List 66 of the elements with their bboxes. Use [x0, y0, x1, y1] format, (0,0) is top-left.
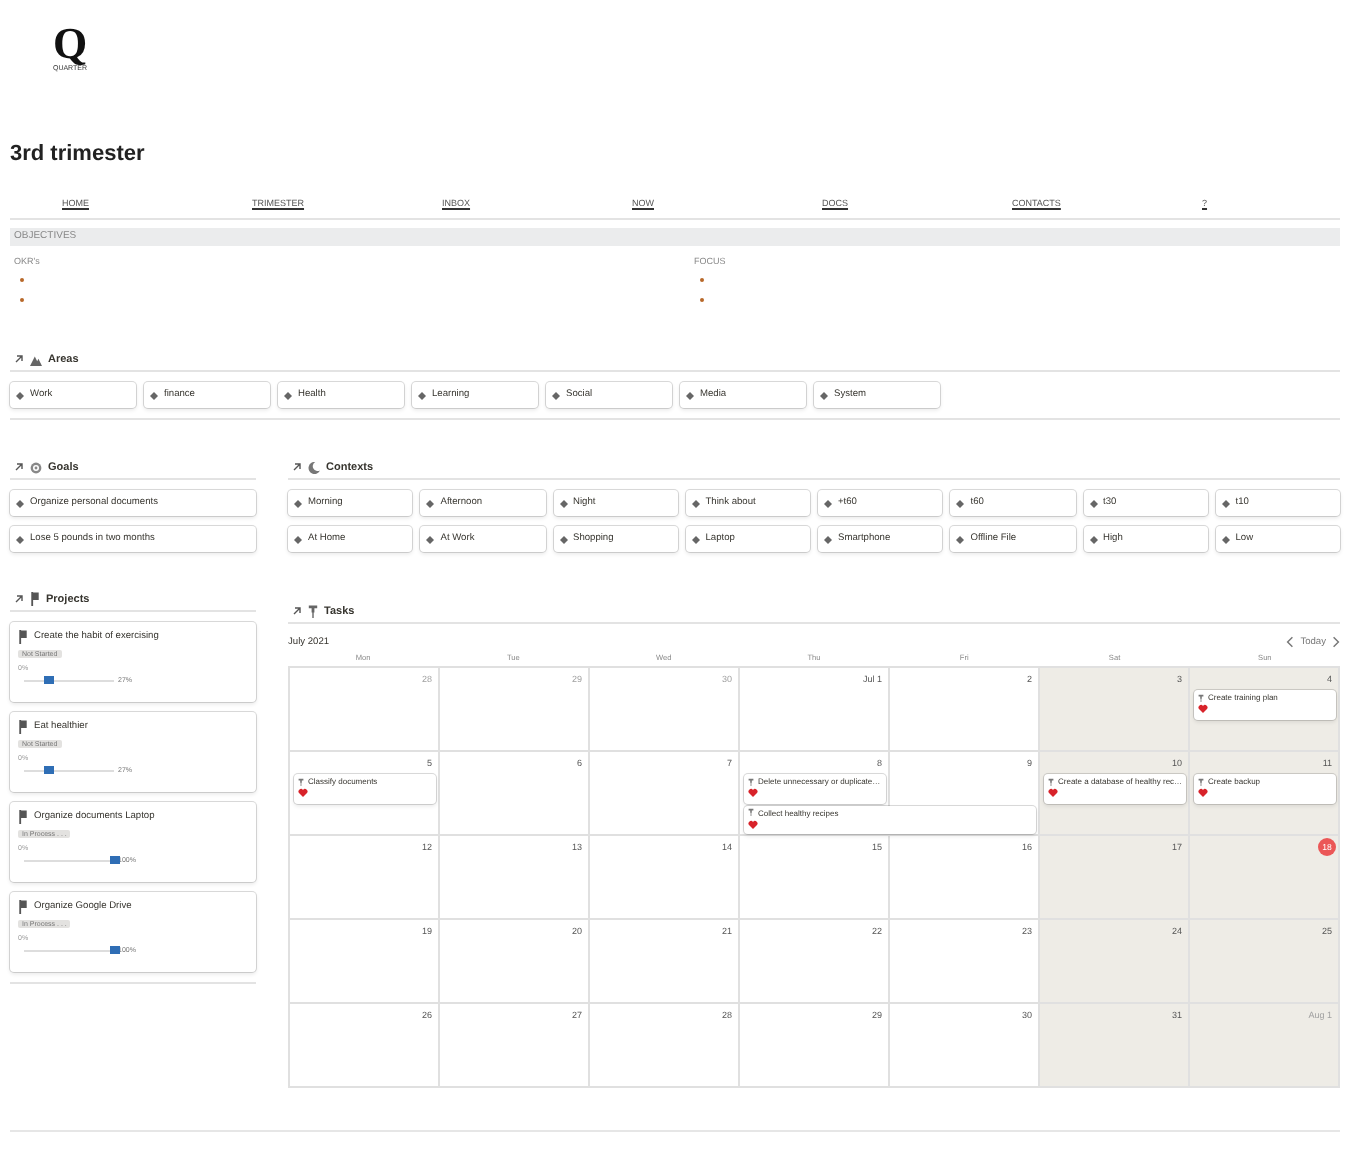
diamond-icon	[820, 391, 828, 399]
diamond-icon	[16, 391, 24, 399]
diamond-icon	[1221, 535, 1230, 543]
heart-icon	[1198, 788, 1208, 798]
mountain-icon	[30, 353, 42, 365]
day-cell[interactable]	[1040, 836, 1190, 920]
diamond-icon	[552, 391, 560, 399]
flag-icon	[30, 592, 40, 606]
link-arrow-icon[interactable]	[292, 462, 302, 472]
diamond-icon	[559, 499, 567, 507]
chevron-right-icon[interactable]	[1332, 636, 1340, 648]
heart-icon	[748, 788, 758, 798]
diamond-icon	[284, 391, 292, 399]
page-title: 3rd trimester	[10, 140, 145, 168]
link-arrow-icon[interactable]	[14, 594, 24, 604]
diamond-icon	[150, 391, 158, 399]
diamond-icon	[1089, 499, 1097, 507]
flag-icon	[18, 630, 28, 644]
diamond-icon	[559, 535, 567, 543]
logo-letter: Q	[52, 24, 88, 64]
day-cell[interactable]	[590, 668, 740, 752]
diamond-icon	[1221, 499, 1230, 507]
diamond-icon	[824, 535, 832, 543]
pin-icon	[748, 777, 754, 785]
day-cell[interactable]	[290, 668, 440, 752]
heart-icon	[1198, 704, 1208, 714]
diamond-icon	[686, 391, 694, 399]
pin-icon	[298, 777, 304, 785]
day-cell[interactable]	[1040, 668, 1190, 752]
moon-icon	[308, 461, 320, 473]
chevron-left-icon[interactable]	[1286, 636, 1295, 648]
day-cell[interactable]	[1190, 1004, 1340, 1088]
day-cell[interactable]	[1040, 1004, 1190, 1088]
heart-icon	[298, 788, 308, 798]
flag-icon	[18, 810, 28, 824]
diamond-icon	[1089, 535, 1097, 543]
link-arrow-icon[interactable]	[292, 606, 302, 616]
pin-icon	[748, 808, 754, 816]
diamond-icon	[16, 535, 24, 543]
day-cell[interactable]	[440, 668, 590, 752]
diamond-icon	[956, 499, 965, 507]
diamond-icon	[16, 499, 24, 507]
pin-icon	[1198, 693, 1204, 701]
link-arrow-icon[interactable]	[14, 462, 24, 472]
day-cell[interactable]	[740, 668, 890, 752]
link-arrow-icon[interactable]	[14, 354, 24, 364]
target-icon	[30, 461, 42, 473]
pin-icon	[1198, 777, 1204, 785]
heart-icon	[748, 819, 758, 829]
diamond-icon	[426, 535, 435, 543]
diamond-icon	[691, 535, 700, 543]
diamond-icon	[691, 499, 700, 507]
diamond-icon	[956, 535, 965, 543]
flag-icon	[18, 720, 28, 734]
diamond-icon	[426, 499, 435, 507]
day-cell[interactable]	[1190, 920, 1340, 1004]
diamond-icon	[294, 499, 302, 507]
day-cell[interactable]	[1190, 836, 1340, 920]
flag-icon	[18, 900, 28, 914]
diamond-icon	[418, 391, 426, 399]
heart-icon	[1048, 788, 1058, 798]
diamond-icon	[294, 535, 302, 543]
diamond-icon	[824, 499, 832, 507]
day-cell[interactable]	[1040, 920, 1190, 1004]
pin-icon	[308, 604, 318, 618]
pin-icon	[1048, 777, 1054, 785]
